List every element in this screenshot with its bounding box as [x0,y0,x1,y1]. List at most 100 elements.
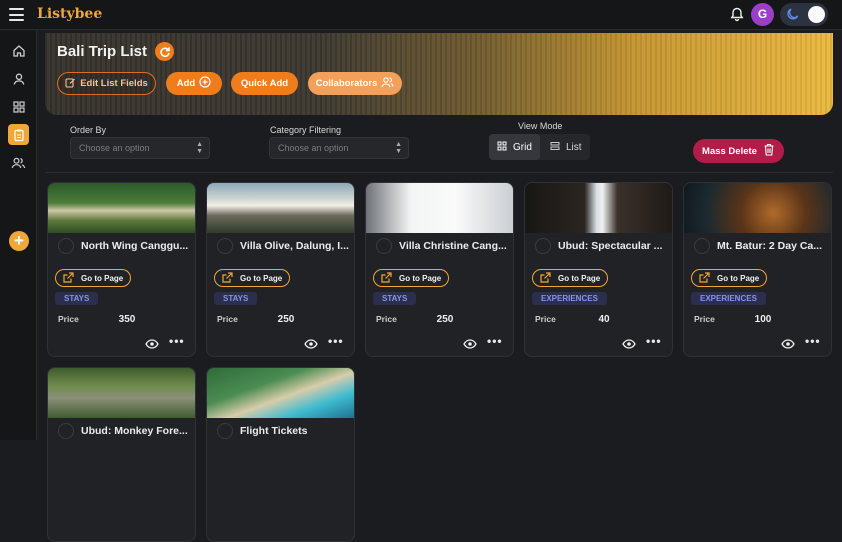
card-title[interactable]: Ubud: Spectacular ... [558,240,668,252]
list-view-button[interactable]: List [542,134,590,160]
select-checkbox[interactable] [58,423,74,439]
go-to-page-label: Go to Page [81,273,124,283]
bell-icon[interactable] [730,7,744,27]
order-by-select[interactable]: Choose an option ▲ ▼ [70,137,210,159]
card-thumbnail[interactable] [48,183,195,233]
select-checkbox[interactable] [376,238,392,254]
go-to-page-label: Go to Page [240,273,283,283]
go-to-page-button[interactable]: Go to Page [55,269,131,287]
price-label: Price [58,314,79,324]
avatar[interactable]: G [751,3,774,26]
card-title[interactable]: Villa Olive, Dalung, I... [240,240,350,252]
select-checkbox[interactable] [217,238,233,254]
list-item-card[interactable]: Villa Olive, Dalung, I... Go to Page STA… [206,182,355,357]
external-link-icon [381,271,392,285]
list-item-card[interactable]: Flight Tickets [206,367,355,542]
collaborators-label: Collaborators [315,78,378,89]
card-title[interactable]: Mt. Batur: 2 Day Ca... [717,240,827,252]
grid-view-button[interactable]: Grid [489,134,540,160]
trash-icon [763,143,775,159]
category-filter-placeholder: Choose an option [278,143,349,153]
more-options-icon[interactable]: ••• [328,334,344,348]
refresh-icon[interactable] [155,42,174,61]
select-checkbox[interactable] [58,238,74,254]
grid-icon[interactable] [8,96,29,117]
card-thumbnail[interactable] [207,183,354,233]
card-thumbnail[interactable] [525,183,672,233]
sidebar: + [0,31,37,440]
price-value: 250 [277,314,295,325]
home-icon[interactable] [8,40,29,61]
select-checkbox[interactable] [217,423,233,439]
card-title[interactable]: Ubud: Monkey Fore... [81,425,191,437]
go-to-page-button[interactable]: Go to Page [214,269,290,287]
price-value: 250 [436,314,454,325]
category-badge: STAYS [214,292,258,305]
price-value: 350 [118,314,136,325]
list-item-card[interactable]: North Wing Canggu... Go to Page STAYS Pr… [47,182,196,357]
list-item-card[interactable]: Ubud: Monkey Fore... [47,367,196,542]
category-filter-select[interactable]: Choose an option ▲ ▼ [269,137,409,159]
select-caret-icon: ▲ ▼ [196,141,203,155]
divider [45,172,833,173]
category-filter-label: Category Filtering [270,125,342,135]
card-title[interactable]: Flight Tickets [240,425,350,437]
select-checkbox[interactable] [535,238,551,254]
edit-list-fields-button[interactable]: Edit List Fields [57,72,156,95]
price-value: 100 [754,314,772,325]
go-to-page-button[interactable]: Go to Page [373,269,449,287]
card-thumbnail[interactable] [207,368,354,418]
go-to-page-label: Go to Page [558,273,601,283]
eye-icon[interactable] [463,336,477,354]
price-value: 40 [598,314,610,325]
category-badge: EXPERIENCES [691,292,766,305]
go-to-page-label: Go to Page [399,273,442,283]
add-label: Add [176,78,196,89]
add-button[interactable]: Add [166,72,222,95]
more-options-icon[interactable]: ••• [487,334,503,348]
plus-icon[interactable]: + [9,231,29,251]
list-label: List [566,141,582,153]
go-to-page-button[interactable]: Go to Page [691,269,767,287]
mass-delete-button[interactable]: Mass Delete [693,139,784,163]
card-thumbnail[interactable] [366,183,513,233]
more-options-icon[interactable]: ••• [646,334,662,348]
hamburger-icon[interactable] [9,8,24,21]
external-link-icon [63,271,74,285]
card-title[interactable]: Villa Christine Cang... [399,240,509,252]
brand-logo[interactable]: Listybee [37,6,102,22]
price-label: Price [694,314,715,324]
select-checkbox[interactable] [694,238,710,254]
page-title: Bali Trip List [57,43,148,60]
quick-add-button[interactable]: Quick Add [231,72,298,95]
list-item-card[interactable]: Villa Christine Cang... Go to Page STAYS… [365,182,514,357]
go-to-page-button[interactable]: Go to Page [532,269,608,287]
card-title[interactable]: North Wing Canggu... [81,240,191,252]
list-icon [550,141,560,154]
eye-icon[interactable] [781,336,795,354]
users-icon[interactable] [8,152,29,173]
more-options-icon[interactable]: ••• [805,334,821,348]
order-by-label: Order By [70,125,107,135]
clipboard-icon[interactable] [8,124,29,145]
grid-label: Grid [513,141,532,153]
category-badge: STAYS [373,292,417,305]
users-icon [381,76,394,91]
card-thumbnail[interactable] [48,368,195,418]
list-item-card[interactable]: Ubud: Spectacular ... Go to Page EXPERIE… [524,182,673,357]
card-thumbnail[interactable] [684,183,831,233]
list-item-card[interactable]: Mt. Batur: 2 Day Ca... Go to Page EXPERI… [683,182,832,357]
collaborators-button[interactable]: Collaborators [308,72,402,95]
eye-icon[interactable] [304,336,318,354]
eye-icon[interactable] [622,336,636,354]
go-to-page-label: Go to Page [717,273,760,283]
list-header-banner: Bali Trip List Edit List Fields Add Quic… [45,33,833,115]
eye-icon[interactable] [145,336,159,354]
user-icon[interactable] [8,68,29,89]
price-label: Price [376,314,397,324]
external-link-icon [222,271,233,285]
price-label: Price [535,314,556,324]
theme-toggle[interactable] [780,3,828,26]
more-options-icon[interactable]: ••• [169,334,185,348]
toggle-knob [808,6,825,23]
